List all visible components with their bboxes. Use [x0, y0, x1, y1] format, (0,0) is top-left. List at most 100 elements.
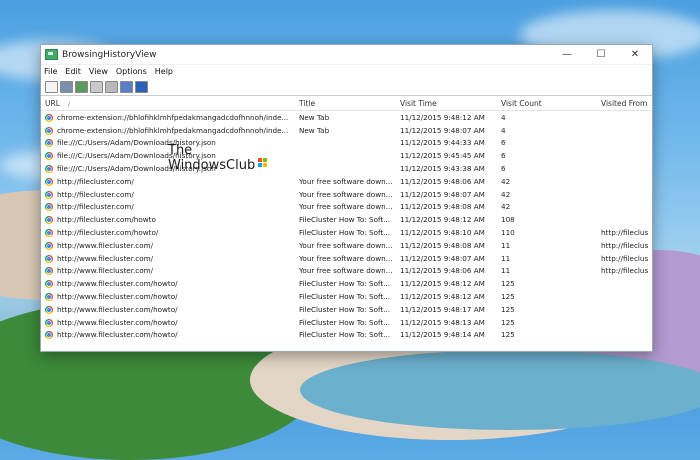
title-cell: FileCluster How To: Soft... [299, 279, 391, 289]
chrome-icon [45, 241, 53, 250]
title-cell: FileCluster How To: Soft... [299, 330, 391, 340]
table-row[interactable]: chrome-extension://bhlofihklmhfpedakmang… [41, 124, 652, 137]
visit-time-cell: 11/12/2015 9:48:17 AM [400, 304, 485, 314]
chrome-icon [45, 229, 53, 238]
menu-edit[interactable]: Edit [65, 67, 81, 76]
visit-count-cell: 11 [501, 266, 511, 276]
table-row[interactable]: chrome-extension://bhlofihklmhfpedakmang… [41, 111, 652, 124]
visit-time-cell: 11/12/2015 9:43:38 AM [400, 164, 485, 174]
open-icon[interactable] [45, 80, 58, 93]
table-row[interactable]: http://www.filecluster.com/Your free sof… [41, 265, 652, 278]
url-cell: http://filecluster.com/howto/ [41, 228, 297, 238]
url-cell: http://www.filecluster.com/howto/ [41, 305, 297, 314]
visit-count-cell: 108 [501, 215, 515, 225]
menu-bar: File Edit View Options Help [41, 65, 652, 78]
visit-count-cell: 6 [501, 164, 506, 174]
chrome-icon [45, 165, 53, 174]
url-cell: http://www.filecluster.com/ [41, 241, 297, 250]
url-cell: http://www.filecluster.com/ [41, 266, 297, 276]
visit-count-cell: 125 [501, 330, 515, 340]
menu-help[interactable]: Help [155, 67, 173, 76]
app-window: BrowsingHistoryView — ☐ ✕ File Edit View… [40, 44, 653, 352]
url-cell: file:///C:/Users/Adam/Downloads/history.… [41, 164, 297, 174]
visit-time-cell: 11/12/2015 9:48:10 AM [400, 228, 485, 238]
column-visited-from[interactable]: Visited From [599, 99, 652, 108]
column-visit-time[interactable]: Visit Time [398, 99, 499, 108]
history-list: chrome-extension://bhlofihklmhfpedakmang… [41, 111, 652, 341]
table-row[interactable]: http://www.filecluster.com/howto/FileClu… [41, 290, 652, 303]
table-row[interactable]: http://www.filecluster.com/howto/FileClu… [41, 329, 652, 342]
chrome-icon [45, 254, 53, 263]
minimize-button[interactable]: — [550, 49, 584, 60]
toolbar [41, 78, 652, 96]
url-cell: http://filecluster.com/ [41, 177, 297, 186]
title-cell: FileCluster How To: Soft... [299, 228, 391, 238]
menu-view[interactable]: View [89, 67, 108, 76]
visit-time-cell: 11/12/2015 9:48:13 AM [400, 317, 485, 327]
title-cell: Your free software down... [299, 253, 393, 263]
url-cell: chrome-extension://bhlofihklmhfpedakmang… [41, 113, 297, 122]
chrome-icon [45, 305, 53, 314]
table-row[interactable]: http://www.filecluster.com/howto/FileClu… [41, 303, 652, 316]
title-cell: New Tab [299, 125, 330, 135]
menu-file[interactable]: File [44, 67, 57, 76]
title-cell: Your free software down... [299, 266, 393, 276]
chrome-icon [45, 293, 53, 302]
url-cell: http://www.filecluster.com/ [41, 254, 297, 263]
refresh-icon[interactable] [75, 80, 88, 93]
report-icon[interactable] [120, 80, 133, 93]
chrome-icon [45, 177, 53, 186]
url-cell: http://www.filecluster.com/howto/ [41, 318, 297, 327]
table-row[interactable]: http://filecluster.com/howto/FileCluster… [41, 226, 652, 239]
table-row[interactable]: file:///C:/Users/Adam/Downloads/history.… [41, 149, 652, 162]
table-row[interactable]: file:///C:/Users/Adam/Downloads/history.… [41, 137, 652, 150]
chrome-icon [45, 152, 53, 161]
visit-count-cell: 11 [501, 240, 511, 250]
visit-time-cell: 11/12/2015 9:48:07 AM [400, 253, 485, 263]
save-icon[interactable] [60, 80, 73, 93]
copy-icon[interactable] [90, 80, 103, 93]
visit-time-cell: 11/12/2015 9:45:45 AM [400, 151, 485, 161]
url-cell: http://www.filecluster.com/howto/ [41, 279, 297, 289]
visit-count-cell: 125 [501, 304, 515, 314]
url-cell: http://filecluster.com/howto [41, 215, 297, 225]
table-row[interactable]: http://filecluster.com/Your free softwar… [41, 188, 652, 201]
table-row[interactable]: file:///C:/Users/Adam/Downloads/history.… [41, 162, 652, 175]
close-button[interactable]: ✕ [618, 49, 652, 60]
chrome-icon [45, 267, 53, 276]
properties-icon[interactable] [105, 80, 118, 93]
column-url[interactable]: URL / [41, 99, 297, 108]
title-bar[interactable]: BrowsingHistoryView — ☐ ✕ [41, 45, 652, 65]
table-row[interactable]: http://filecluster.com/howto FileCluster … [41, 213, 652, 226]
table-row[interactable]: http://filecluster.com/Your free softwar… [41, 175, 652, 188]
visit-time-cell: 11/12/2015 9:48:12 AM [400, 279, 485, 289]
table-row[interactable]: http://www.filecluster.com/howto/FileClu… [41, 316, 652, 329]
visit-time-cell: 11/12/2015 9:48:07 AM [400, 189, 485, 199]
chrome-icon [45, 216, 53, 225]
column-title[interactable]: Title [297, 99, 398, 108]
visit-count-cell: 6 [501, 151, 506, 161]
title-cell: FileCluster How To: Soft... [299, 215, 391, 225]
table-row[interactable]: http://www.filecluster.com/Your free sof… [41, 252, 652, 265]
exit-icon[interactable] [135, 80, 148, 93]
table-row[interactable]: http://filecluster.com/Your free softwar… [41, 201, 652, 214]
maximize-button[interactable]: ☐ [584, 49, 618, 60]
visit-time-cell: 11/12/2015 9:48:12 AM [400, 112, 485, 122]
url-cell: chrome-extension://bhlofihklmhfpedakmang… [41, 126, 297, 135]
visit-count-cell: 110 [501, 228, 515, 238]
visit-time-cell: 11/12/2015 9:48:12 AM [400, 292, 485, 302]
table-row[interactable]: http://www.filecluster.com/howto/FileClu… [41, 277, 652, 290]
visit-time-cell: 11/12/2015 9:48:08 AM [400, 202, 485, 212]
visit-time-cell: 11/12/2015 9:48:08 AM [400, 240, 485, 250]
visit-count-cell: 4 [501, 112, 506, 122]
menu-options[interactable]: Options [116, 67, 147, 76]
table-row[interactable]: http://www.filecluster.com/Your free sof… [41, 239, 652, 252]
visit-time-cell: 11/12/2015 9:48:06 AM [400, 176, 485, 186]
column-visit-count[interactable]: Visit Count [499, 99, 599, 108]
visit-time-cell: 11/12/2015 9:48:07 AM [400, 125, 485, 135]
column-header: URL / Title Visit Time Visit Count Visite… [41, 96, 652, 111]
visit-count-cell: 42 [501, 176, 511, 186]
visit-count-cell: 6 [501, 138, 506, 148]
chrome-icon [45, 331, 53, 340]
visit-count-cell: 125 [501, 317, 515, 327]
